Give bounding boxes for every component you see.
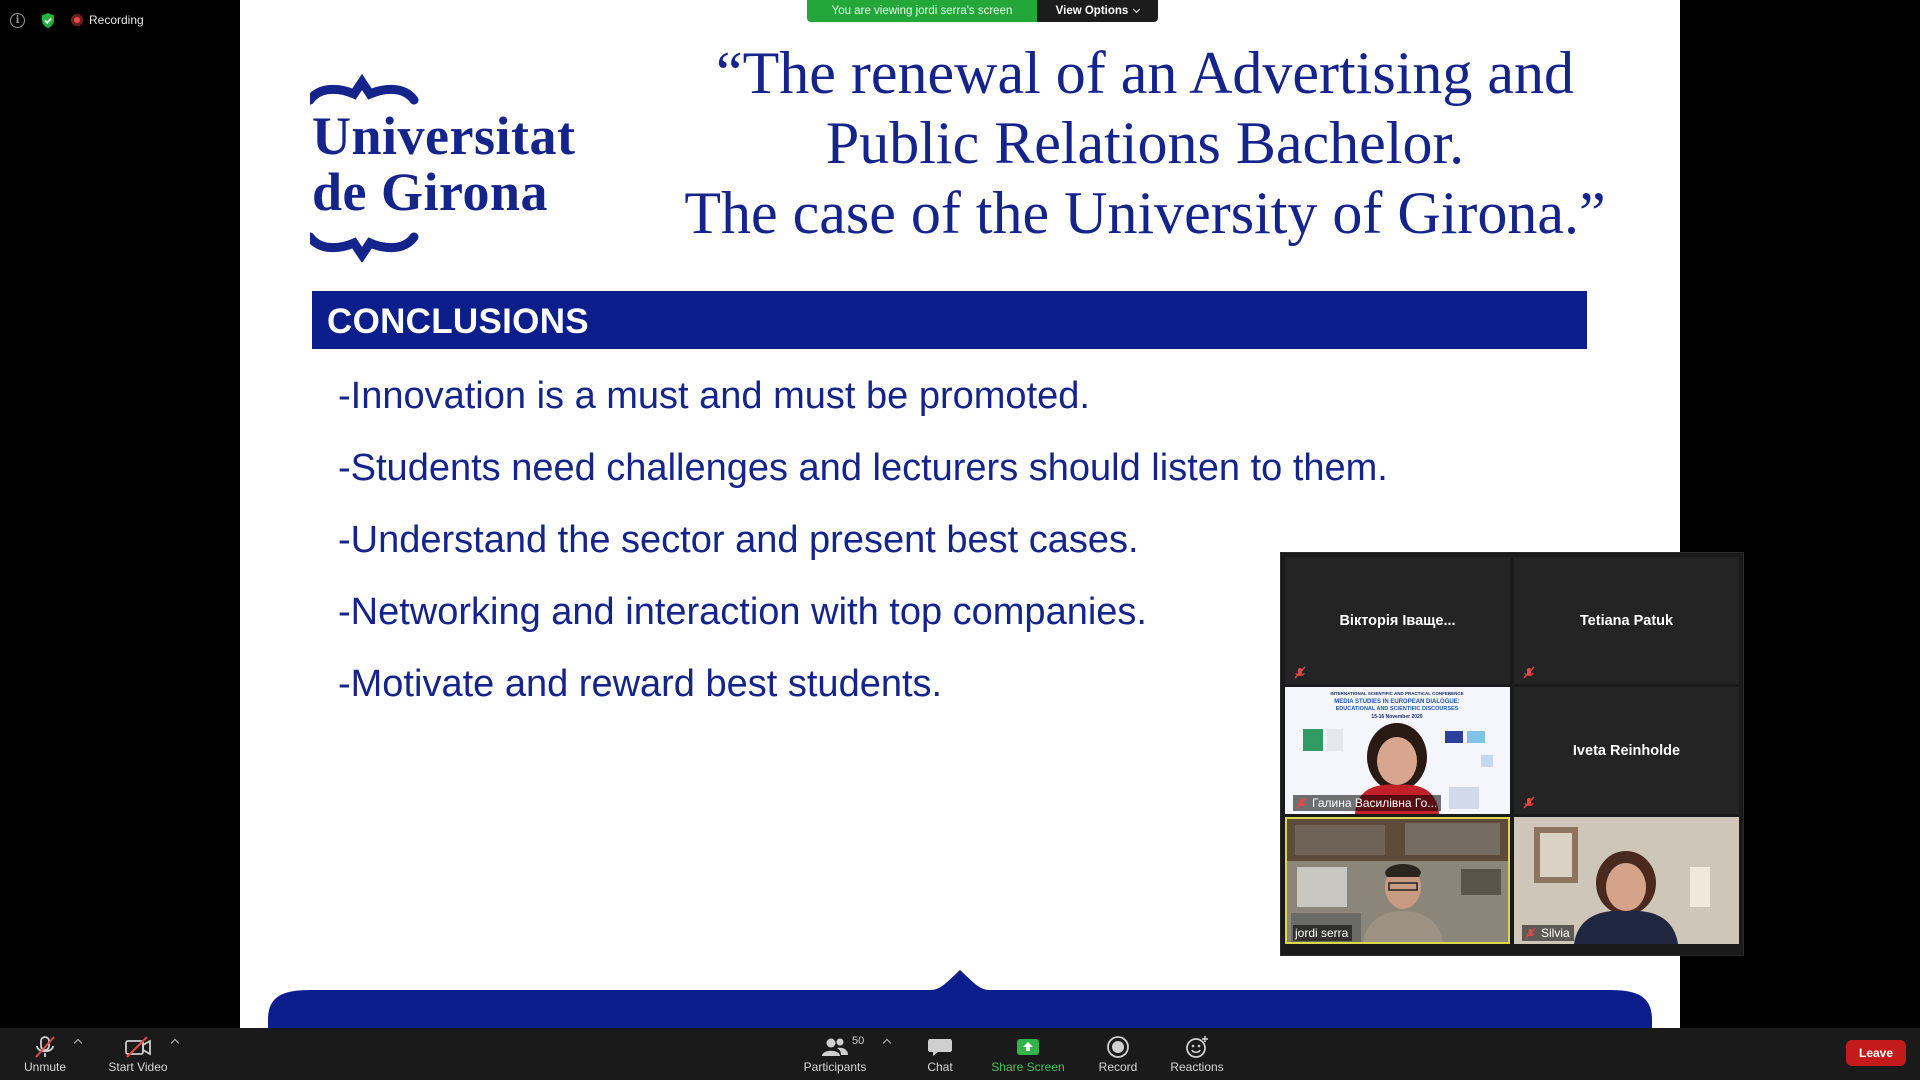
share-screen-icon [1013,1034,1043,1060]
zoom-meeting-window: Universitat de Girona “The renewal of an… [0,0,1920,1080]
participant-name: Silvia [1541,926,1570,940]
participant-tile[interactable]: Silvia [1514,817,1739,944]
share-screen-button[interactable]: Share Screen [990,1028,1066,1080]
conclusion-item: -Innovation is a must and must be promot… [338,375,1090,417]
screen-share-banner: You are viewing jordi serra's screen Vie… [807,0,1158,22]
logo-line-1: Universitat [312,106,576,166]
view-options-button[interactable]: View Options [1037,0,1158,22]
participants-count: 50 [852,1035,865,1047]
section-heading-bar: CONCLUSIONS [312,291,1587,349]
participant-name: Tetiana Patuk [1579,612,1674,629]
participants-options-caret[interactable] [882,1038,892,1048]
unmute-button[interactable]: Unmute [20,1028,70,1080]
participant-tile[interactable]: Вікторія Іваще... [1285,557,1510,684]
share-screen-label: Share Screen [991,1060,1065,1074]
audio-options-caret[interactable] [73,1038,83,1048]
participant-tile[interactable]: Tetiana Patuk [1514,557,1739,684]
muted-microphone-icon [30,1034,60,1060]
recording-indicator[interactable]: Recording [71,13,144,27]
video-off-icon [123,1034,153,1060]
conclusion-item: -Students need challenges and lecturers … [338,447,1388,489]
poster-line-2: MEDIA STUDIES IN EUROPEAN DIALOGUE: [1334,699,1459,705]
poster-line-1: INTERNATIONAL SCIENTIFIC AND PRACTICAL C… [1330,691,1463,696]
start-video-button[interactable]: Start Video [106,1028,170,1080]
record-button[interactable]: Record [1096,1028,1140,1080]
slide-footer-decoration [268,970,1652,1028]
poster-line-4: 15-16 November 2020 [1371,714,1422,720]
university-logo-text: Universitat de Girona [312,108,575,220]
participant-name: jordi serra [1295,926,1349,940]
meeting-toolbar: Unmute Start Video Participants 50 Chat [0,1028,1920,1080]
participant-name-label: Silvia [1522,925,1574,941]
participant-tile[interactable]: Iveta Reinholde [1514,687,1739,814]
participant-name-label: jordi serra [1293,925,1353,941]
muted-mic-icon [1294,666,1306,679]
reactions-button[interactable]: Reactions [1168,1028,1226,1080]
record-icon [1103,1034,1133,1060]
meeting-info-icon[interactable]: i [10,12,25,28]
participant-tile-active-speaker[interactable]: jordi serra [1285,817,1510,944]
participants-label: Participants [803,1060,867,1074]
recording-dot-icon [71,14,83,26]
participant-name-label: Галина Василівна Го... [1293,795,1442,811]
encryption-shield-icon[interactable] [39,11,57,29]
video-options-caret[interactable] [170,1038,180,1048]
chat-bubble-icon [925,1034,955,1060]
viewing-screen-notice: You are viewing jordi serra's screen [807,0,1037,22]
record-label: Record [1098,1060,1138,1074]
reactions-label: Reactions [1170,1060,1224,1074]
participants-icon [820,1034,850,1060]
view-options-label: View Options [1055,5,1129,17]
chevron-down-icon [1133,5,1141,14]
logo-line-2: de Girona [312,162,549,222]
participant-gallery[interactable]: Вікторія Іваще... Tetiana Patuk INTERNAT… [1280,552,1744,956]
muted-mic-icon [1525,926,1536,939]
slide-title-line-2: Public Relations Bachelor. [825,110,1465,176]
slide-title: “The renewal of an Advertising and Publi… [640,38,1650,248]
smiley-reaction-icon [1182,1034,1212,1060]
muted-mic-icon [1523,796,1535,809]
meeting-status-bar: i Recording [10,10,144,30]
chat-label: Chat [927,1060,953,1074]
muted-mic-icon [1523,666,1535,679]
recording-label: Recording [89,13,144,27]
start-video-label: Start Video [108,1060,168,1074]
chat-button[interactable]: Chat [920,1028,960,1080]
unmute-label: Unmute [23,1060,67,1074]
muted-mic-icon [1296,796,1307,809]
slide-title-line-1: “The renewal of an Advertising and [715,40,1575,106]
participant-name: Галина Василівна Го... [1312,796,1438,810]
section-heading: CONCLUSIONS [327,302,589,341]
leave-meeting-button[interactable]: Leave [1846,1040,1906,1066]
slide-title-line-3: The case of the University of Girona.” [684,180,1606,246]
participant-tile[interactable]: INTERNATIONAL SCIENTIFIC AND PRACTICAL C… [1285,687,1510,814]
participant-name: Вікторія Іваще... [1339,612,1456,629]
poster-line-3: EDUCATIONAL AND SCIENTIFIC DISCOURSES [1336,706,1459,712]
participant-name: Iveta Reinholde [1572,742,1681,759]
